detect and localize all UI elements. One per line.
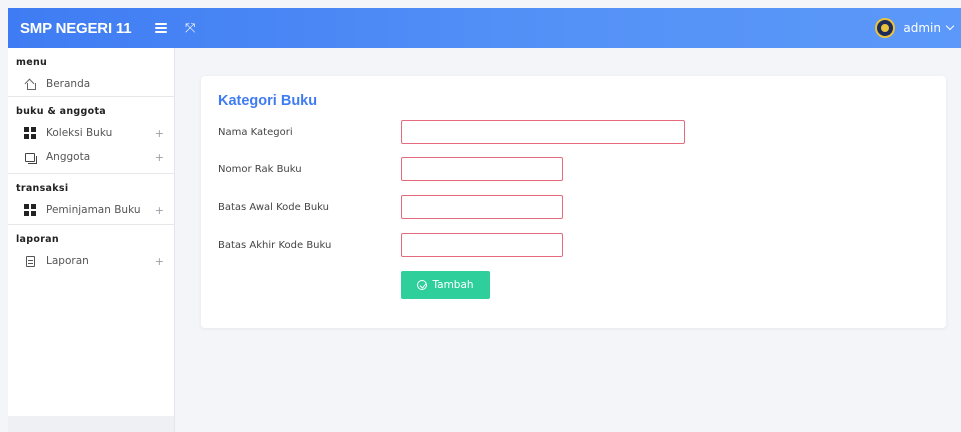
sidebar-section-title: transaksi <box>16 183 69 194</box>
sidebar-item-label: Laporan <box>46 255 89 267</box>
brand: SMP NEGERI 11 <box>8 8 175 48</box>
user-menu[interactable]: admin <box>875 18 961 38</box>
form-row-nama-kategori: Nama Kategori <box>218 120 685 144</box>
page-title: Kategori Buku <box>218 93 318 109</box>
grid-icon <box>24 127 36 139</box>
sidebar-item-beranda[interactable]: Beranda <box>8 72 174 96</box>
top-navbar: SMP NEGERI 11 ⤧ admin <box>8 8 961 48</box>
sidebar-item-koleksi-buku[interactable]: Koleksi Buku + <box>8 121 174 145</box>
nomor-rak-buku-input[interactable] <box>401 157 563 181</box>
sidebar-section-title: laporan <box>16 234 59 245</box>
form-row-nomor-rak: Nomor Rak Buku <box>218 157 563 181</box>
report-icon <box>24 255 36 267</box>
expand-plus-icon[interactable]: + <box>155 204 164 217</box>
user-name: admin <box>903 21 941 35</box>
expand-plus-icon[interactable]: + <box>155 151 164 164</box>
sidebar: menu Beranda buku & anggota Koleksi Buku… <box>8 48 175 432</box>
fullscreen-toggle-icon[interactable]: ⤧ <box>185 22 195 35</box>
nama-kategori-label: Nama Kategori <box>218 126 293 138</box>
sidebar-footer <box>8 416 174 432</box>
sidebar-section-title: buku & anggota <box>16 106 106 117</box>
check-circle-icon <box>417 280 428 290</box>
chevron-down-icon <box>945 21 955 31</box>
nomor-rak-buku-label: Nomor Rak Buku <box>218 163 302 175</box>
sidebar-item-label: Anggota <box>46 151 91 163</box>
batas-awal-kode-input[interactable] <box>401 195 563 219</box>
batas-akhir-kode-input[interactable] <box>401 233 563 257</box>
hamburger-menu-icon[interactable] <box>155 23 167 33</box>
kategori-buku-card: Kategori Buku Nama Kategori Nomor Rak Bu… <box>201 76 946 328</box>
expand-plus-icon[interactable]: + <box>155 127 164 140</box>
form-row-batas-awal: Batas Awal Kode Buku <box>218 195 563 219</box>
sidebar-item-laporan[interactable]: Laporan + <box>8 249 174 273</box>
batas-awal-kode-label: Batas Awal Kode Buku <box>218 201 330 213</box>
sidebar-item-anggota[interactable]: Anggota + <box>8 145 174 169</box>
sidebar-item-peminjaman-buku[interactable]: Peminjaman Buku + <box>8 198 174 222</box>
brand-title: SMP NEGERI 11 <box>20 19 132 37</box>
tambah-button-label: Tambah <box>432 279 474 291</box>
sidebar-item-label: Beranda <box>46 78 91 90</box>
sidebar-item-label: Koleksi Buku <box>46 127 113 139</box>
sidebar-section-title: menu <box>16 57 48 68</box>
grid-icon <box>24 204 36 216</box>
sidebar-item-label: Peminjaman Buku <box>46 204 141 216</box>
tambah-button[interactable]: Tambah <box>401 271 490 299</box>
school-logo-avatar <box>875 18 896 38</box>
home-icon <box>24 78 36 90</box>
nama-kategori-input[interactable] <box>401 120 685 144</box>
form-row-batas-akhir: Batas Akhir Kode Buku <box>218 233 563 257</box>
expand-plus-icon[interactable]: + <box>155 255 164 268</box>
batas-akhir-kode-label: Batas Akhir Kode Buku <box>218 239 332 251</box>
users-icon <box>24 151 37 164</box>
